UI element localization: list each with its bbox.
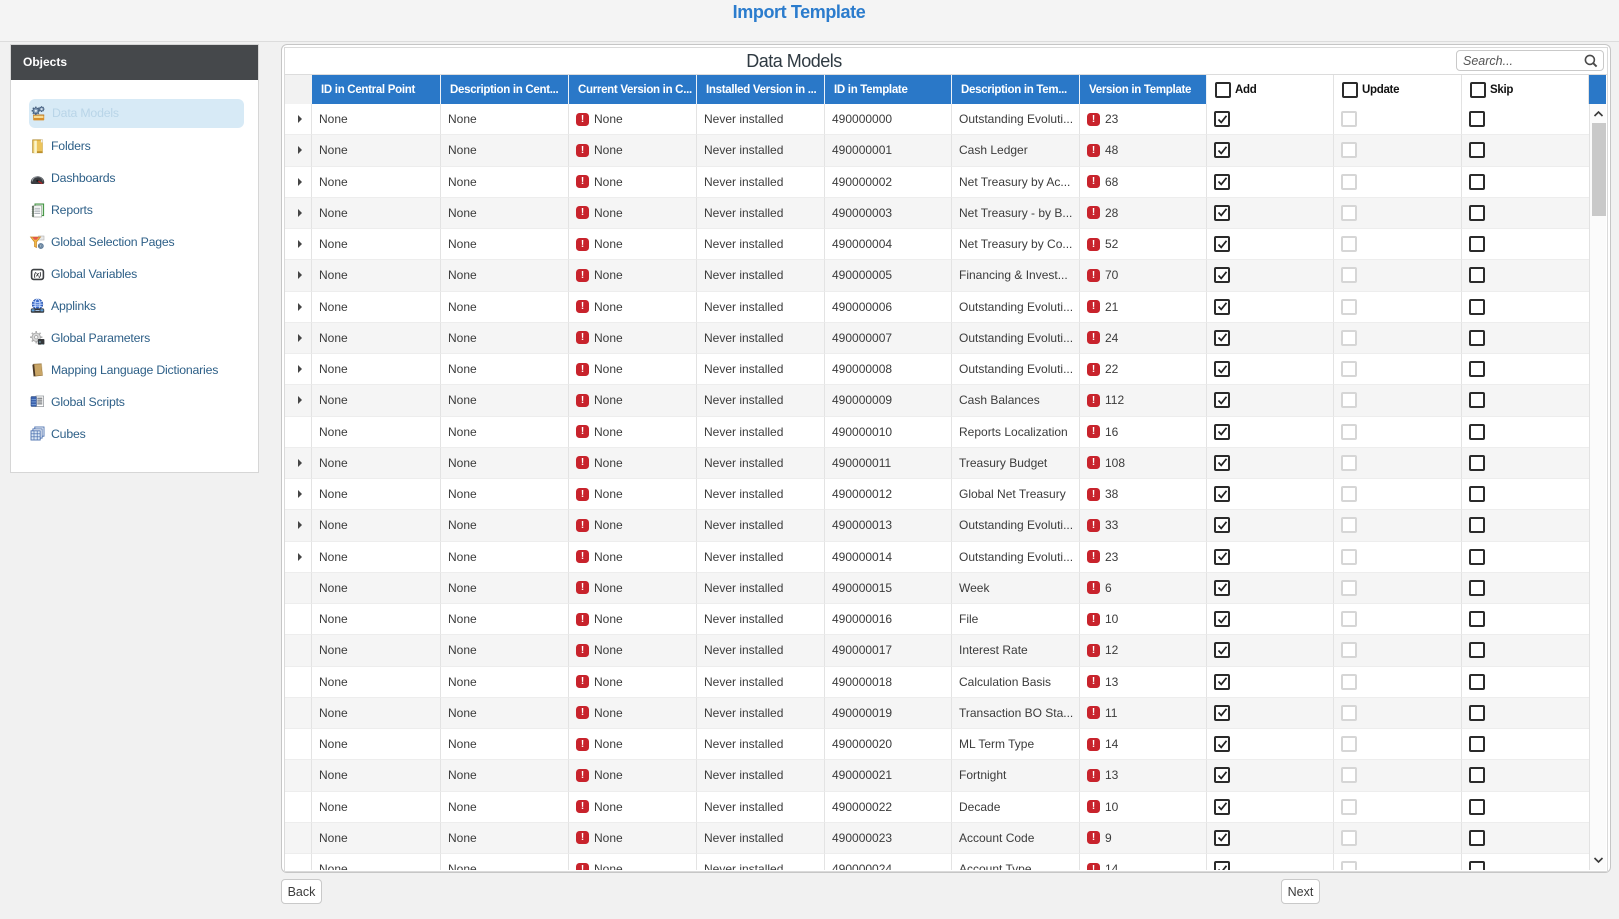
svg-text:(x): (x) (34, 272, 41, 278)
svg-text:>_: >_ (39, 339, 44, 344)
